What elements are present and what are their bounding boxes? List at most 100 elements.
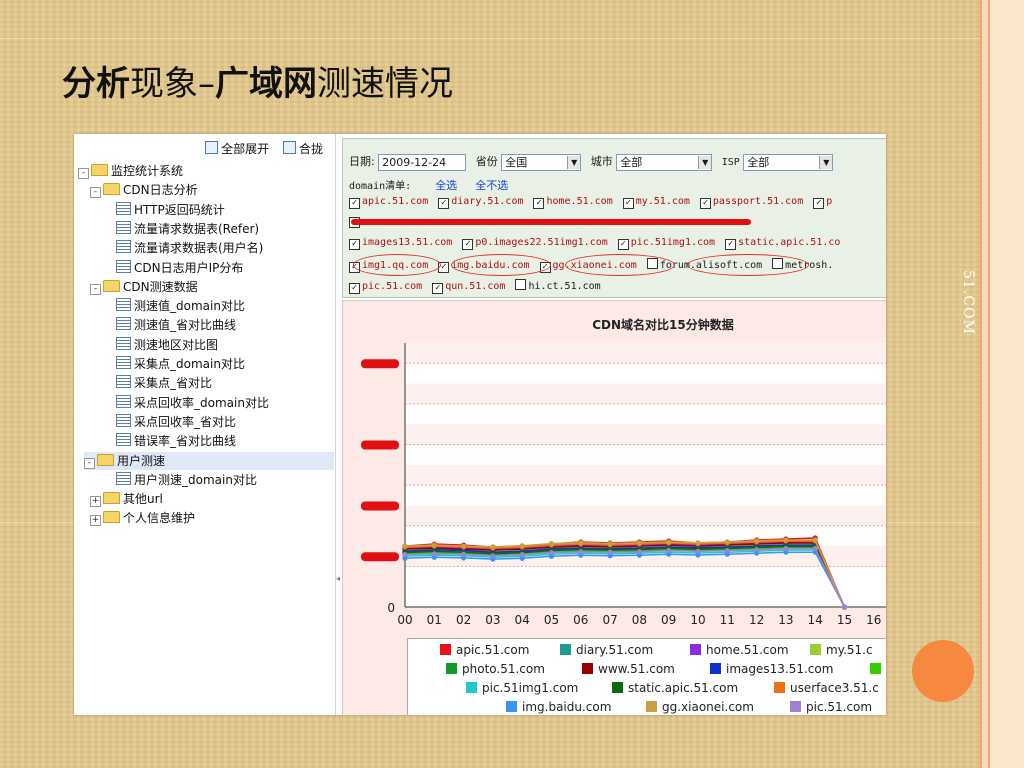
checked-checkbox-icon[interactable]: ✓ — [725, 239, 737, 250]
legend-swatch — [790, 701, 801, 712]
domain-list-header: domain清单: 全选 全不选 — [349, 177, 508, 193]
checked-checkbox-icon[interactable]: ✓ — [699, 198, 711, 209]
collapse-toggle-icon[interactable]: - — [84, 457, 95, 469]
legend-label: img.baidu.com — [522, 700, 612, 714]
legend-item[interactable] — [870, 662, 886, 676]
redaction-mark — [351, 219, 751, 225]
data-point — [754, 547, 760, 553]
data-point — [783, 545, 789, 552]
tree-node[interactable]: 测速值_省对比曲线 — [116, 316, 236, 334]
collapse-toggle-icon[interactable]: - — [90, 283, 101, 295]
legend-item[interactable]: my.51.c — [810, 643, 873, 657]
legend-item[interactable]: img.baidu.com — [506, 700, 611, 714]
date-field[interactable]: 2009-12-24 — [378, 153, 467, 171]
province-select[interactable]: 全国 ▼ — [501, 153, 582, 171]
expand-toggle-icon[interactable]: + — [90, 496, 101, 508]
tree-node[interactable]: - CDN测速数据 — [90, 278, 198, 296]
legend-item[interactable]: images13.51.com — [710, 662, 833, 676]
x-tick-label: 09 — [661, 613, 676, 627]
select-none-link[interactable]: 全不选 — [475, 179, 508, 192]
tree-node[interactable]: 采集点_省对比 — [116, 374, 212, 392]
domain-option[interactable]: ✓ p0.images22.51img1.com — [462, 237, 608, 250]
tree-node-label: 个人信息维护 — [123, 511, 196, 526]
legend-item[interactable]: userface3.51.c — [774, 681, 879, 695]
collapse-toggle-icon[interactable]: - — [90, 187, 101, 199]
data-point — [666, 547, 672, 554]
tree-node[interactable]: 用户测速_domain对比 — [116, 471, 257, 489]
domain-option-label: qun.51.com — [445, 281, 506, 292]
collapse-icon — [282, 141, 296, 154]
domain-option[interactable]: ✓ static.apic.51.co — [725, 237, 840, 250]
checked-checkbox-icon[interactable]: ✓ — [622, 198, 634, 209]
checked-checkbox-icon[interactable]: ✓ — [533, 198, 545, 209]
nav-tree: 全部展开 合拢 - 监控统计系统 - CDN日志分析 HTTP返回码统计流量请求数据表(… — [74, 134, 336, 715]
tree-node[interactable]: - 监控统计系统 — [78, 162, 183, 180]
tree-node[interactable]: + 其他url — [90, 490, 163, 508]
domain-option[interactable]: ✓ qun.51.com — [432, 281, 506, 294]
legend-item[interactable]: www.51.com — [582, 662, 675, 676]
collapse-toggle-icon[interactable]: - — [78, 168, 89, 179]
domain-option-label: my.51.com — [635, 196, 690, 207]
isp-select[interactable]: 全部 ▼ — [743, 153, 834, 171]
tree-node[interactable]: 流量请求数据表(用户名) — [116, 239, 263, 257]
tree-node[interactable]: 流量请求数据表(Refer) — [116, 220, 259, 238]
expand-toggle-icon[interactable]: + — [90, 515, 101, 527]
checked-checkbox-icon[interactable]: ✓ — [349, 198, 360, 209]
tree-node[interactable]: CDN日志用户IP分布 — [116, 259, 243, 277]
folder-icon — [103, 279, 120, 292]
checked-checkbox-icon[interactable]: ✓ — [349, 239, 360, 250]
domain-option[interactable]: ✓ images13.51.com — [349, 237, 452, 250]
checked-checkbox-icon[interactable]: ✓ — [438, 198, 450, 209]
collapse-button[interactable]: 合拢 — [282, 141, 323, 156]
checked-checkbox-icon[interactable]: ✓ — [432, 283, 444, 294]
document-icon — [116, 471, 131, 485]
domain-option[interactable]: ✓ home.51.com — [533, 196, 613, 209]
select-all-link[interactable]: 全选 — [435, 179, 457, 192]
domain-option[interactable]: ✓ pic.51img1.com — [617, 237, 715, 250]
x-tick-label: 00 — [397, 613, 412, 627]
expand-all-button[interactable]: 全部展开 — [205, 141, 269, 156]
domain-option[interactable]: ✓ apic.51.com — [349, 196, 428, 209]
legend-item[interactable]: home.51.com — [690, 643, 789, 657]
tree-node-label: CDN日志用户IP分布 — [134, 260, 244, 275]
legend-item[interactable]: static.apic.51.com — [612, 681, 738, 695]
legend-item[interactable]: photo.51.com — [446, 662, 545, 676]
document-icon — [116, 375, 131, 389]
tree-node[interactable]: 采集点_domain对比 — [116, 355, 245, 373]
tree-node[interactable]: HTTP返回码统计 — [116, 201, 225, 219]
tree-node-label: 测速值_省对比曲线 — [134, 318, 237, 333]
domain-option[interactable]: ✓ p — [813, 196, 832, 209]
tree-node[interactable]: 错误率_省对比曲线 — [116, 432, 236, 450]
tree-node[interactable]: 采点回收率_省对比 — [116, 413, 236, 431]
city-label: 城市 — [590, 155, 613, 168]
domain-option-label: passport.51.com — [712, 196, 804, 207]
domain-option-label: diary.51.com — [451, 196, 524, 207]
checked-checkbox-icon[interactable]: ✓ — [462, 239, 474, 250]
legend-item[interactable]: diary.51.com — [560, 643, 653, 657]
legend-item[interactable]: pic.51.com — [790, 700, 872, 714]
x-tick-label: 07 — [602, 613, 617, 627]
tree-node[interactable]: + 个人信息维护 — [90, 509, 195, 527]
legend-swatch — [506, 701, 517, 712]
checked-checkbox-icon[interactable]: ✓ — [813, 198, 825, 209]
tree-node[interactable]: 测速地区对比图 — [116, 336, 218, 354]
city-select[interactable]: 全部 ▼ — [616, 153, 713, 171]
domain-option[interactable]: ✓ diary.51.com — [438, 196, 524, 209]
legend-item[interactable]: pic.51img1.com — [466, 681, 578, 695]
domain-option[interactable]: ✓ my.51.com — [622, 196, 690, 209]
unchecked-checkbox-icon[interactable] — [515, 279, 527, 290]
domain-option[interactable]: hi.ct.51.com — [515, 279, 601, 292]
tree-node[interactable]: 采点回收率_domain对比 — [116, 394, 269, 412]
document-icon — [116, 413, 131, 427]
tree-node[interactable]: - CDN日志分析 — [90, 181, 198, 199]
tree-node-label: 其他url — [123, 492, 163, 507]
domain-option[interactable]: ✓ pic.51.com — [349, 281, 422, 294]
tree-node[interactable]: 测速值_domain对比 — [116, 297, 245, 315]
legend-item[interactable]: apic.51.com — [440, 643, 529, 657]
domain-option[interactable]: ✓ passport.51.com — [699, 196, 804, 209]
tree-node-label: 流量请求数据表(Refer) — [134, 221, 260, 236]
legend-item[interactable]: gg.xiaonei.com — [646, 700, 754, 714]
tree-node[interactable]: - 用户测速 — [84, 451, 334, 470]
checked-checkbox-icon[interactable]: ✓ — [617, 239, 629, 250]
checked-checkbox-icon[interactable]: ✓ — [349, 283, 360, 294]
